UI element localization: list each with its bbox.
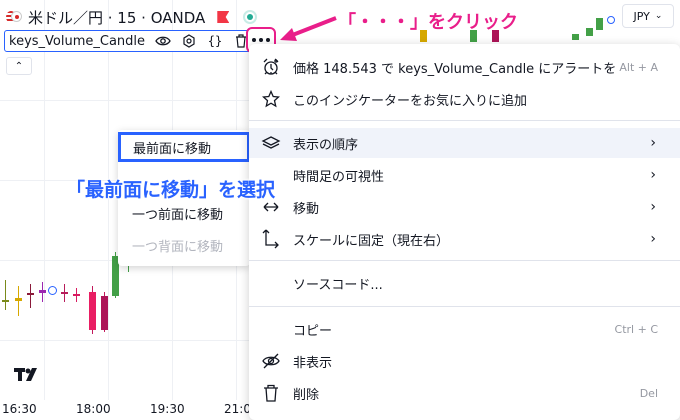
chevron-right-icon: ›	[650, 199, 656, 215]
currency-label: JPY	[633, 9, 650, 23]
menu-divider	[249, 120, 680, 121]
menu-item-label: 時間足の可視性	[293, 169, 385, 185]
chevron-right-icon: ›	[650, 135, 656, 151]
menu-item-label: コピー	[293, 323, 333, 339]
indicator-context-menu: 価格 148.543 で keys_Volume_Candle にアラートを A…	[249, 44, 680, 420]
alarm-clock-icon	[259, 58, 283, 76]
shortcut-label: Del	[639, 386, 658, 400]
submenu-item-send-backward: 一つ背面に移動	[132, 239, 224, 255]
menu-item-label: このインジケーターをお気に入りに追加	[293, 93, 528, 109]
red-flag-icon[interactable]	[217, 11, 230, 23]
eye-off-icon	[259, 353, 283, 369]
time-axis-label: 18:00	[76, 402, 111, 416]
chevron-right-icon: ›	[650, 231, 656, 247]
menu-divider	[249, 306, 680, 307]
menu-divider	[249, 260, 680, 261]
symbol-title[interactable]: 米ドル／円 · 15 · OANDA	[28, 7, 205, 28]
eye-icon[interactable]	[155, 33, 171, 49]
menu-item-label: ソースコード...	[293, 277, 383, 293]
indicator-legend[interactable]: keys_Volume_Candle {}	[4, 30, 274, 52]
tradingview-logo[interactable]	[14, 366, 42, 386]
chevron-right-icon: ›	[650, 167, 656, 183]
menu-item-label: 移動	[293, 201, 320, 217]
time-axis-label: 19:30	[150, 402, 185, 416]
menu-item-copy[interactable]: コピー Ctrl + C	[249, 314, 680, 344]
menu-item-display-order[interactable]: 表示の順序 ›	[249, 128, 680, 158]
currency-select[interactable]: JPY ⌄	[622, 4, 674, 28]
menu-item-add-favorite[interactable]: このインジケーターをお気に入りに追加	[249, 84, 680, 114]
source-code-icon[interactable]: {}	[207, 33, 223, 49]
layers-icon	[259, 135, 283, 151]
menu-item-label: 表示の順序	[293, 137, 359, 153]
callout-arrow-icon	[280, 16, 337, 41]
scale-pin-icon	[259, 229, 283, 249]
menu-item-source-code[interactable]: ソースコード...	[249, 268, 680, 298]
menu-item-label: 非表示	[293, 355, 333, 371]
menu-item-label: スケールに固定（現在右）	[293, 233, 450, 249]
submenu-item-bring-to-front[interactable]: 最前面に移動	[118, 132, 250, 162]
shortcut-label: Ctrl + C	[614, 322, 658, 336]
submenu-item-bring-forward[interactable]: 一つ前面に移動	[118, 198, 250, 228]
collapse-legend-button[interactable]: ⌃	[6, 57, 32, 75]
menu-item-hide[interactable]: 非表示	[249, 346, 680, 376]
trash-icon	[259, 384, 283, 402]
menu-item-timeframe-visibility[interactable]: 時間足の可視性 ›	[249, 160, 680, 190]
time-axis-label: 16:30	[2, 402, 37, 416]
shortcut-label: Alt + A	[619, 60, 658, 74]
chart-header: 米ドル／円 · 15 · OANDA	[6, 6, 258, 28]
market-status-icon[interactable]	[243, 10, 258, 24]
menu-item-add-alert[interactable]: 価格 148.543 で keys_Volume_Candle にアラートを A…	[249, 52, 680, 82]
menu-item-label: 価格 148.543 で keys_Volume_Candle にアラートを	[293, 61, 617, 77]
callout-select-front: 「最前面に移動」を選択	[66, 179, 276, 201]
callout-click-more: 「・・・」をクリック	[338, 12, 518, 33]
menu-item-delete[interactable]: 削除 Del	[249, 378, 680, 408]
chevron-down-icon: ⌄	[654, 11, 663, 21]
menu-item-pin-to-scale[interactable]: スケールに固定（現在右） ›	[249, 224, 680, 254]
menu-item-move[interactable]: 移動 ›	[249, 192, 680, 222]
usdjpy-flag-icon	[6, 11, 22, 23]
indicator-name[interactable]: keys_Volume_Candle	[9, 34, 145, 49]
menu-item-label: 削除	[293, 387, 320, 403]
star-icon	[259, 90, 283, 108]
settings-icon[interactable]	[181, 33, 197, 49]
